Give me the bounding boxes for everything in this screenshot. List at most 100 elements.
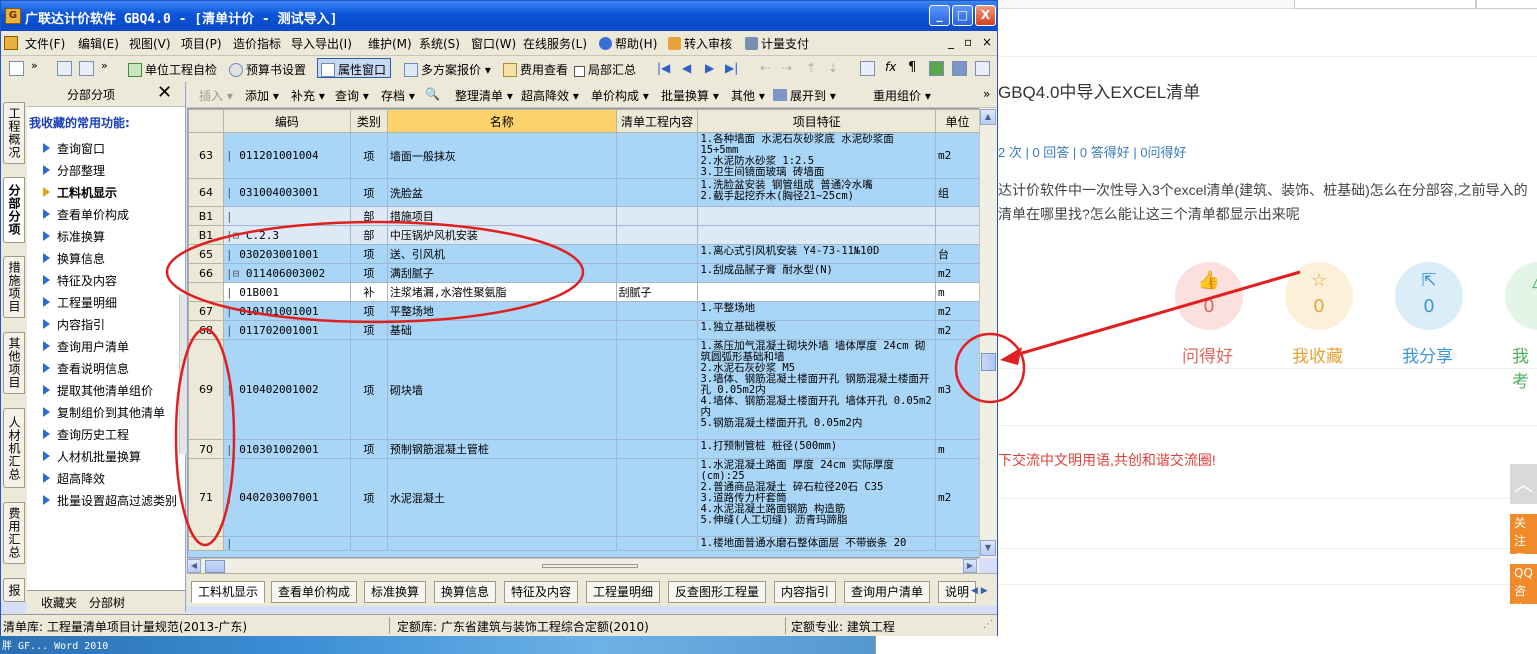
question-title[interactable]: GBQ4.0中导入EXCEL清单 <box>998 78 1200 103</box>
multi-scheme-button[interactable]: 多方案报价 ▾ <box>404 61 491 78</box>
column-header-unit[interactable]: 单位 <box>935 109 980 133</box>
cell-type[interactable]: 部 <box>349 225 388 245</box>
cell-name[interactable] <box>386 536 617 551</box>
cell-content[interactable] <box>615 178 699 207</box>
cell-unit[interactable] <box>935 206 980 226</box>
cell-feature[interactable]: 1.洗脸盆安装 钢管组成 普通冷水嘴 2.截手起挖乔木(胸径21~25cm) <box>697 178 937 207</box>
property-window-toggle[interactable]: 属性窗口 <box>321 61 386 78</box>
menu-cost-index[interactable]: 造价指标 <box>233 35 281 52</box>
tab-conversion-info[interactable]: 换算信息 <box>434 581 497 603</box>
row-number[interactable]: 68 <box>188 320 224 340</box>
splitter-handle[interactable] <box>542 564 638 568</box>
cell-content[interactable] <box>615 439 699 459</box>
favorite-item[interactable]: 提取其他清单组价 <box>43 382 153 399</box>
right-arrow-icon[interactable]: ⇢ <box>782 61 792 75</box>
cell-unit[interactable] <box>935 225 980 245</box>
scroll-right-icon[interactable]: ▶ <box>963 559 977 573</box>
cell-unit[interactable]: m <box>935 282 980 302</box>
formula-icon[interactable]: fx <box>885 60 896 74</box>
cell-name[interactable]: 砌块墙 <box>386 339 617 440</box>
favorite-item[interactable]: 分部整理 <box>43 162 105 179</box>
binoculars-icon[interactable]: 🔍 <box>425 87 440 101</box>
row-number[interactable]: 63 <box>188 132 224 179</box>
cell-name[interactable]: 水泥混凝土 <box>386 458 617 537</box>
tab-other-items[interactable]: 其他项目 <box>3 332 25 394</box>
unit-price-button[interactable]: 单价构成 ▾ <box>591 87 649 104</box>
menu-view[interactable]: 视图(V) <box>129 35 171 52</box>
cell-content[interactable] <box>615 263 699 283</box>
cell-unit[interactable]: 组 <box>935 178 980 207</box>
row-number[interactable]: 64 <box>188 178 224 207</box>
minimize-button[interactable]: _ <box>929 5 950 26</box>
scroll-left-icon[interactable]: ◀ <box>187 559 201 573</box>
scroll-up-icon[interactable]: ▲ <box>980 109 996 125</box>
tab-report[interactable]: 报 <box>3 578 25 602</box>
tab-reverse-graphic-quantity[interactable]: 反查图形工程量 <box>668 581 767 603</box>
new-file-icon[interactable] <box>9 61 24 76</box>
row-number[interactable] <box>188 536 224 551</box>
favorite-item[interactable]: 工料机显示 <box>43 184 117 201</box>
cell-code[interactable]: |⊟ C.2.3 <box>222 225 351 245</box>
budget-setting-button[interactable]: 预算书设置 <box>229 61 306 78</box>
table-row[interactable]: 71 | 040203007001 项水泥混凝土 1.水泥混凝土路面 厚度 24cm … <box>188 458 980 537</box>
first-record-icon[interactable]: |◀ <box>657 61 670 75</box>
row-number[interactable] <box>188 282 224 302</box>
table-row[interactable]: 64 | 031004003001 项洗脸盆 1.洗脸盆安装 钢管组成 普通冷水嘴 2… <box>188 178 980 207</box>
cell-type[interactable]: 项 <box>349 439 388 459</box>
cell-name[interactable]: 基础 <box>386 320 617 340</box>
cell-type[interactable]: 项 <box>349 458 388 537</box>
cell-content[interactable] <box>615 301 699 321</box>
cell-content[interactable] <box>615 458 699 537</box>
menu-online-service[interactable]: 在线服务(L) <box>523 35 587 52</box>
column-header-name[interactable]: 名称 <box>386 109 617 133</box>
cell-type[interactable]: 项 <box>349 244 388 264</box>
cell-content[interactable] <box>615 244 699 264</box>
row-number[interactable]: 65 <box>188 244 224 264</box>
favorite-item[interactable]: 标准换算 <box>43 228 105 245</box>
favorite-item[interactable]: 查询用户清单 <box>43 338 129 355</box>
table-row[interactable]: 65 | 030203001001 项送、引风机 1.离心式引风机安装 Y4-73-1… <box>188 244 980 264</box>
super-high-button[interactable]: 超高降效 ▾ <box>521 87 579 104</box>
organize-list-button[interactable]: 整理清单 ▾ <box>455 87 513 104</box>
qq-consult-button[interactable]: QQ咨询 <box>1510 564 1537 616</box>
tab-division-items[interactable]: 分部分项 <box>3 177 25 243</box>
ask-good-button[interactable]: 👍 0 <box>1175 262 1243 330</box>
favorite-item[interactable]: 超高降效 <box>43 470 105 487</box>
cell-feature[interactable]: 1.楼地面普通水磨石整体面层 不带嵌条 20 <box>697 536 937 551</box>
tab-standard-conversion[interactable]: 标准换算 <box>364 581 427 603</box>
table-row[interactable]: 66 |⊟ 011406003002 项满刮腻子 1.刮成品腻子膏 耐水型(N) m2 <box>188 263 980 283</box>
left-panel-scrollbar[interactable] <box>179 294 186 454</box>
column-header-code[interactable]: 编码 <box>222 109 351 133</box>
cut-icon[interactable] <box>57 61 72 76</box>
cell-content[interactable] <box>615 339 699 440</box>
mdi-close-button[interactable]: × <box>982 35 992 49</box>
up-arrow-icon[interactable]: ⇡ <box>806 61 816 75</box>
cell-feature[interactable]: 1.刮成品腻子膏 耐水型(N) <box>697 263 937 283</box>
row-number[interactable]: 70 <box>188 439 224 459</box>
tab-favorites[interactable]: 收藏夹 <box>41 594 77 611</box>
layout-icon[interactable] <box>975 61 990 76</box>
supplement-button[interactable]: 补充 ▾ <box>291 87 325 104</box>
tab-quantity-details[interactable]: 工程量明细 <box>586 581 661 603</box>
cell-name[interactable]: 预制钢筋混凝土管桩 <box>386 439 617 459</box>
cell-name[interactable]: 送、引风机 <box>386 244 617 264</box>
partial-summary-checkbox[interactable]: 局部汇总 <box>574 61 636 78</box>
down-arrow-icon[interactable]: ⇣ <box>828 61 838 75</box>
menu-window[interactable]: 窗口(W) <box>471 35 516 52</box>
left-panel-close-icon[interactable]: ✕ <box>157 82 172 103</box>
tab-content-guide[interactable]: 内容指引 <box>774 581 837 603</box>
table-row[interactable]: B1 | 部措施项目 <box>188 206 980 226</box>
web-tab[interactable] <box>1294 0 1476 9</box>
cell-unit[interactable]: m3 <box>935 339 980 440</box>
cell-feature[interactable] <box>697 225 937 245</box>
cell-name[interactable]: 墙面一般抹灰 <box>386 132 617 179</box>
tab-fee-summary[interactable]: 费用汇总 <box>3 502 25 564</box>
bill-grid[interactable]: 编码 类别 名称 清单工程内容 项目特征 单位 63 | 011201001004… <box>187 108 981 558</box>
table-row[interactable]: 68 | 011702001001 项基础 1.独立基础模板 m2 <box>188 320 980 340</box>
table-row[interactable]: B1 |⊟ C.2.3 部中压锅炉风机安装 <box>188 225 980 245</box>
column-header-type[interactable]: 类别 <box>349 109 388 133</box>
scroll-thumb[interactable] <box>981 353 996 371</box>
cell-feature[interactable]: 1.打预制管桩 桩径(500mm) <box>697 439 937 459</box>
tab-labor-material-display[interactable]: 工料机显示 <box>191 581 266 603</box>
web-tab[interactable] <box>1476 0 1537 9</box>
